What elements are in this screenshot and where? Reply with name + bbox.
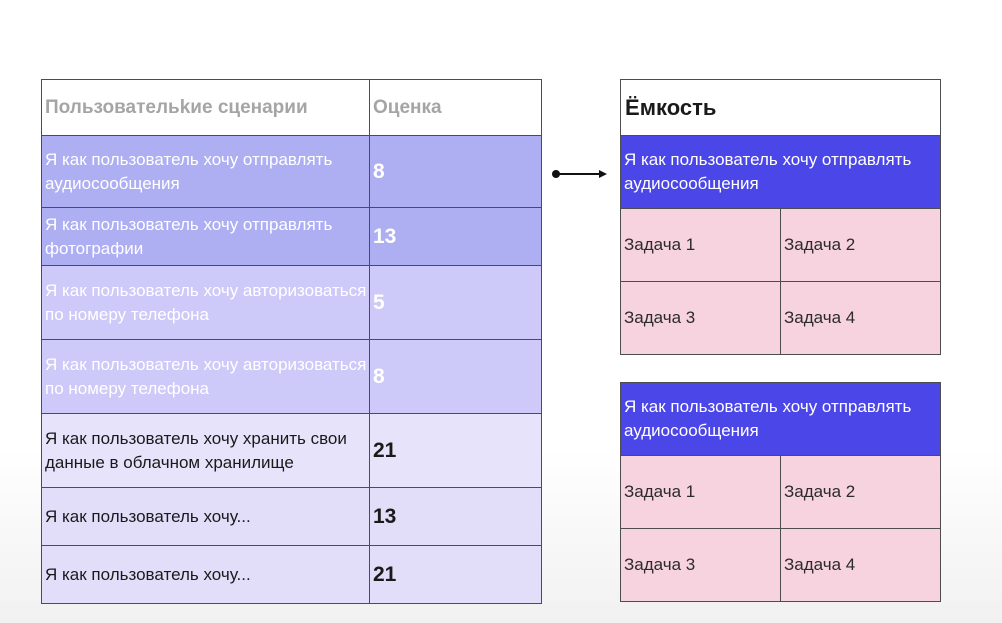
task-row: Задача 1 Задача 2 — [620, 208, 941, 282]
task-row: Задача 1 Задача 2 — [620, 455, 941, 529]
user-stories-table: Пользовательkие сценарии Оценка Я как по… — [41, 79, 542, 604]
capacity-story: Я как пользователь хочу отправлять аудио… — [620, 382, 941, 456]
task-cell: Задача 4 — [780, 528, 941, 602]
story-text: Я как пользователь хочу авторизоваться п… — [41, 265, 370, 340]
capacity-story: Я как пользователь хочу отправлять аудио… — [620, 135, 941, 209]
story-text: Я как пользователь хочу... — [41, 545, 370, 604]
capacity-table: Ёмкость Я как пользователь хочу отправля… — [620, 79, 941, 355]
arrow-connector — [552, 170, 607, 178]
table-row: Я как пользователь хочу... 21 — [41, 545, 542, 604]
task-cell: Задача 2 — [780, 208, 941, 282]
task-cell: Задача 3 — [620, 528, 781, 602]
task-cell: Задача 1 — [620, 208, 781, 282]
table-row: Я как пользователь хочу авторизоваться п… — [41, 265, 542, 340]
story-score: 21 — [369, 545, 542, 604]
task-cell: Задача 1 — [620, 455, 781, 529]
task-row: Задача 3 Задача 4 — [620, 528, 941, 602]
story-score: 21 — [369, 413, 542, 488]
story-text: Я как пользователь хочу отправлять аудио… — [41, 135, 370, 208]
story-score: 8 — [369, 339, 542, 414]
table-row: Я как пользователь хочу отправлять фотог… — [41, 207, 542, 266]
capacity-title: Ёмкость — [620, 79, 941, 136]
capacity-title-row: Ёмкость — [620, 79, 941, 136]
capacity-table-second: Я как пользователь хочу отправлять аудио… — [620, 382, 941, 602]
story-text: Я как пользователь хочу авторизоваться п… — [41, 339, 370, 414]
arrow-head — [599, 170, 607, 178]
table-row: Я как пользователь хочу хранить свои дан… — [41, 413, 542, 488]
task-cell: Задача 2 — [780, 455, 941, 529]
capacity-story-row: Я как пользователь хочу отправлять аудио… — [620, 135, 941, 209]
capacity-story-row: Я как пользователь хочу отправлять аудио… — [620, 382, 941, 456]
table-row: Я как пользователь хочу отправлять аудио… — [41, 135, 542, 208]
header-scenario: Пользовательkие сценарии — [41, 79, 370, 136]
task-cell: Задача 3 — [620, 281, 781, 355]
story-score: 8 — [369, 135, 542, 208]
story-score: 13 — [369, 487, 542, 546]
story-text: Я как пользователь хочу отправлять фотог… — [41, 207, 370, 266]
story-text: Я как пользователь хочу... — [41, 487, 370, 546]
task-row: Задача 3 Задача 4 — [620, 281, 941, 355]
task-cell: Задача 4 — [780, 281, 941, 355]
story-text: Я как пользователь хочу хранить свои дан… — [41, 413, 370, 488]
story-score: 5 — [369, 265, 542, 340]
story-score: 13 — [369, 207, 542, 266]
header-score: Оценка — [369, 79, 542, 136]
table-row: Я как пользователь хочу... 13 — [41, 487, 542, 546]
table-header-row: Пользовательkие сценарии Оценка — [41, 79, 542, 136]
table-row: Я как пользователь хочу авторизоваться п… — [41, 339, 542, 414]
